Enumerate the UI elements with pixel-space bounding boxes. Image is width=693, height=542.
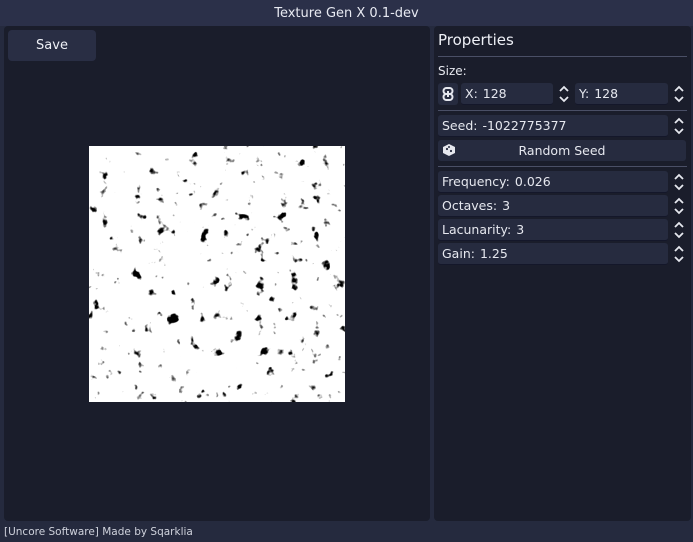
gain-spinner[interactable]: [673, 243, 685, 265]
size-x-label: X:: [465, 86, 478, 101]
size-y-spinner[interactable]: [673, 83, 685, 105]
noise-texture-preview: [89, 146, 345, 402]
spinner-arrows-icon: [674, 245, 684, 263]
dice-icon: [442, 143, 456, 160]
title-bar: Texture Gen X 0.1-dev: [0, 0, 693, 26]
size-x-input[interactable]: X: 128: [461, 83, 553, 105]
link-size-toggle[interactable]: [438, 83, 458, 105]
frequency-value: 0.026: [514, 174, 551, 189]
divider: [438, 56, 687, 57]
noise-texture-image: [89, 146, 345, 402]
random-seed-button[interactable]: Random Seed: [438, 140, 686, 161]
spinner-arrows-icon: [674, 117, 684, 135]
size-x-value: 128: [482, 86, 507, 101]
seed-value: -1022775377: [482, 118, 567, 133]
gain-label: Gain:: [442, 246, 475, 261]
spinner-arrows-icon: [559, 85, 569, 103]
size-y-label: Y:: [579, 86, 590, 101]
octaves-label: Octaves:: [442, 198, 498, 213]
size-label: Size:: [438, 64, 467, 78]
size-y-input[interactable]: Y: 128: [575, 83, 668, 105]
divider: [438, 166, 687, 167]
octaves-value: 3: [502, 198, 511, 213]
footer-credit: [Uncore Software] Made by Sqarklia: [4, 526, 193, 538]
size-x-spinner[interactable]: [558, 83, 570, 105]
spinner-arrows-icon: [674, 221, 684, 239]
frequency-input[interactable]: Frequency: 0.026: [438, 171, 668, 193]
seed-label: Seed:: [442, 118, 478, 133]
lacunarity-spinner[interactable]: [673, 219, 685, 241]
frequency-label: Frequency:: [442, 174, 510, 189]
seed-input[interactable]: Seed: -1022775377: [438, 115, 668, 137]
random-seed-label: Random Seed: [518, 143, 606, 158]
gain-input[interactable]: Gain: 1.25: [438, 243, 668, 265]
frequency-spinner[interactable]: [673, 171, 685, 193]
spinner-arrows-icon: [674, 197, 684, 215]
lacunarity-value: 3: [516, 222, 525, 237]
gain-value: 1.25: [479, 246, 508, 261]
size-y-value: 128: [594, 86, 619, 101]
octaves-spinner[interactable]: [673, 195, 685, 217]
seed-spinner[interactable]: [673, 115, 685, 137]
save-button-label: Save: [36, 38, 68, 53]
spinner-arrows-icon: [674, 85, 684, 103]
properties-title: Properties: [438, 31, 514, 49]
window-title: Texture Gen X 0.1-dev: [274, 5, 419, 21]
lacunarity-input[interactable]: Lacunarity: 3: [438, 219, 668, 241]
link-icon: [442, 87, 454, 101]
lacunarity-label: Lacunarity:: [442, 222, 512, 237]
save-button[interactable]: Save: [8, 30, 96, 61]
spinner-arrows-icon: [674, 173, 684, 191]
divider: [438, 110, 687, 111]
octaves-input[interactable]: Octaves: 3: [438, 195, 668, 217]
